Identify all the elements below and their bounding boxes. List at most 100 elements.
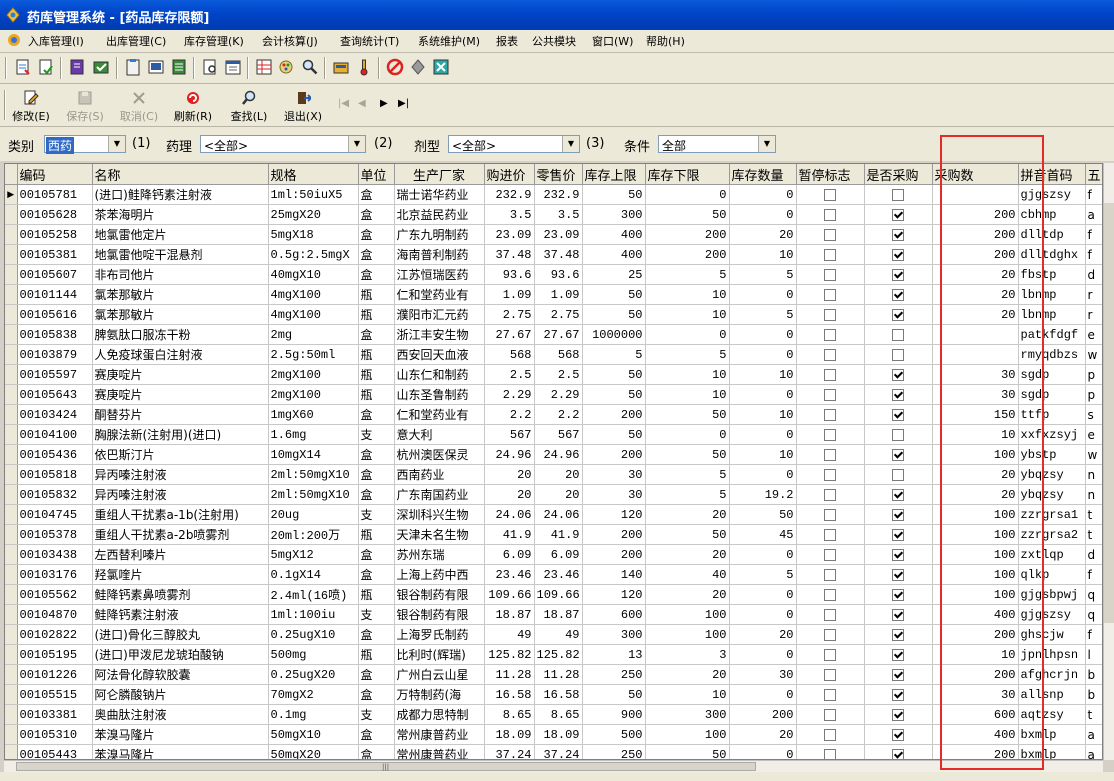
unchecked-box-icon[interactable] [824, 449, 836, 461]
table-cell[interactable]: 山东圣鲁制药 [394, 384, 485, 405]
table-cell[interactable]: 00105781 [17, 184, 93, 205]
table-cell[interactable]: (进口)骨化三醇胶丸 [92, 624, 269, 645]
column-header[interactable]: 五 [1085, 164, 1102, 185]
suspend-flag-checkbox[interactable] [796, 444, 865, 465]
row-indicator[interactable] [5, 284, 18, 305]
table-cell[interactable]: 50 [582, 304, 646, 325]
table-cell[interactable]: 10 [645, 364, 730, 385]
table-cell[interactable]: 20 [645, 664, 730, 685]
suspend-flag-checkbox[interactable] [796, 464, 865, 485]
table-cell[interactable]: 93.6 [534, 264, 583, 285]
purchase-flag-checkbox[interactable] [864, 404, 933, 425]
calculator-icon[interactable] [332, 58, 350, 76]
table-cell[interactable]: 100 [932, 504, 1019, 525]
suspend-flag-checkbox[interactable] [796, 684, 865, 705]
row-indicator[interactable] [5, 484, 18, 505]
table-cell[interactable]: 25 [582, 264, 646, 285]
menu-window[interactable]: 窗口(W) [592, 33, 633, 49]
column-header[interactable]: 生产厂家 [394, 164, 485, 185]
table-cell[interactable]: 瑞士诺华药业 [394, 184, 485, 205]
purchase-flag-checkbox[interactable] [864, 384, 933, 405]
table-cell[interactable]: 江苏恒瑞医药 [394, 264, 485, 285]
table-row[interactable]: 00103879 人免疫球蛋白注射液 2.5g:50ml 瓶西安回天血液 568 568 5… [5, 344, 1102, 365]
table-row[interactable]: 00103424 酮替芬片 1mgX60 盒仁和堂药业有 2.2 2.2 200 50 10 15… [5, 404, 1102, 425]
table-cell[interactable]: 2ml:50mgX10 [268, 484, 359, 505]
table-cell[interactable]: 120 [582, 504, 646, 525]
checked-box-icon[interactable] [892, 489, 904, 501]
table-row[interactable]: 00105818 异丙嗪注射液 2ml:50mgX10 盒西南药业 20 20 30 5 0 20… [5, 464, 1102, 485]
purchase-flag-checkbox[interactable] [864, 504, 933, 525]
table-cell[interactable]: 200 [932, 664, 1019, 685]
table-cell[interactable]: 37.48 [534, 244, 583, 265]
unchecked-box-icon[interactable] [824, 389, 836, 401]
table-cell[interactable]: e [1085, 424, 1102, 445]
table-cell[interactable]: 3.5 [484, 204, 535, 225]
table-cell[interactable]: 23.46 [534, 564, 583, 585]
table-cell[interactable]: 广州白云山星 [394, 664, 485, 685]
suspend-flag-checkbox[interactable] [796, 744, 865, 759]
table-cell[interactable]: 深圳科兴生物 [394, 504, 485, 525]
table-cell[interactable]: 瓶 [358, 644, 395, 665]
table-cell[interactable]: 银谷制药有限 [394, 584, 485, 605]
table-cell[interactable]: (进口)甲泼尼龙琥珀酸钠 [92, 644, 269, 665]
table-row[interactable]: 00105258 地氯雷他定片 5mgX18 盒广东九明制药 23.09 23.09 400… [5, 224, 1102, 245]
table-cell[interactable]: 20 [729, 224, 797, 245]
table-cell[interactable]: t [1085, 504, 1102, 525]
palette-icon[interactable] [278, 58, 296, 76]
table-row[interactable]: 00103381 奥曲肽注射液 0.1mg 支成都力思特制 8.65 8.65 900 300… [5, 704, 1102, 725]
table-cell[interactable]: 10 [932, 644, 1019, 665]
table-cell[interactable]: t [1085, 704, 1102, 725]
table-cell[interactable]: 100 [932, 584, 1019, 605]
table-cell[interactable]: f [1085, 244, 1102, 265]
table-cell[interactable]: 濮阳市汇元药 [394, 304, 485, 325]
checked-box-icon[interactable] [892, 309, 904, 321]
checked-box-icon[interactable] [892, 529, 904, 541]
table-cell[interactable]: 0 [729, 284, 797, 305]
table-cell[interactable]: n [1085, 464, 1102, 485]
table-cell[interactable]: 20 [484, 464, 535, 485]
table-cell[interactable]: 3 [645, 644, 730, 665]
table-cell[interactable]: 45 [729, 524, 797, 545]
table-row[interactable]: 00105562 鲑降钙素鼻喷雾剂 2.4ml(16喷) 瓶银谷制药有限 109.66 1… [5, 584, 1102, 605]
table-cell[interactable]: 盒 [358, 444, 395, 465]
column-header[interactable]: 拼音首码 [1018, 164, 1086, 185]
table-cell[interactable]: 盒 [358, 404, 395, 425]
table-cell[interactable]: a [1085, 744, 1102, 759]
unchecked-box-icon[interactable] [824, 509, 836, 521]
purchase-flag-checkbox[interactable] [864, 244, 933, 265]
suspend-flag-checkbox[interactable] [796, 264, 865, 285]
unchecked-box-icon[interactable] [824, 569, 836, 581]
table-row[interactable]: 00102822 (进口)骨化三醇胶丸 0.25ugX10 盒上海罗氏制药 49 49 30… [5, 624, 1102, 645]
table-cell[interactable] [932, 324, 1019, 345]
table-cell[interactable]: 1000000 [582, 324, 646, 345]
table-cell[interactable]: 11.28 [484, 664, 535, 685]
checked-box-icon[interactable] [892, 509, 904, 521]
close-box-icon[interactable] [432, 58, 450, 76]
table-cell[interactable]: 海南普利制药 [394, 244, 485, 265]
table-cell[interactable]: 00105628 [17, 204, 93, 225]
table-row[interactable]: 00105628 茶苯海明片 25mgX20 盒北京益民药业 3.5 3.5 300 50 0 2… [5, 204, 1102, 225]
table-cell[interactable]: 盒 [358, 184, 395, 205]
table-cell[interactable]: 2.4ml(16喷) [268, 584, 359, 605]
table-cell[interactable]: 00105818 [17, 464, 93, 485]
unchecked-box-icon[interactable] [824, 749, 836, 759]
table-cell[interactable]: 瓶 [358, 524, 395, 545]
table-cell[interactable]: 20 [932, 284, 1019, 305]
table-cell[interactable]: ybqzsy [1018, 464, 1086, 485]
table-cell[interactable]: 2.2 [484, 404, 535, 425]
table-cell[interactable]: 5 [729, 304, 797, 325]
table-cell[interactable]: 上海上药中西 [394, 564, 485, 585]
table-cell[interactable]: f [1085, 624, 1102, 645]
table-cell[interactable]: 30 [729, 664, 797, 685]
table-cell[interactable]: 胸腺法新(注射用)(进口) [92, 424, 269, 445]
suspend-flag-checkbox[interactable] [796, 324, 865, 345]
table-cell[interactable]: 30 [932, 384, 1019, 405]
table-cell[interactable]: 00105258 [17, 224, 93, 245]
table-cell[interactable]: 盒 [358, 204, 395, 225]
table-cell[interactable]: 27.67 [484, 324, 535, 345]
purchase-flag-checkbox[interactable] [864, 264, 933, 285]
refresh-button[interactable]: 刷新(R) [170, 88, 216, 124]
suspend-flag-checkbox[interactable] [796, 204, 865, 225]
table-cell[interactable]: 0 [729, 184, 797, 205]
table-cell[interactable]: bxmlp [1018, 744, 1086, 759]
